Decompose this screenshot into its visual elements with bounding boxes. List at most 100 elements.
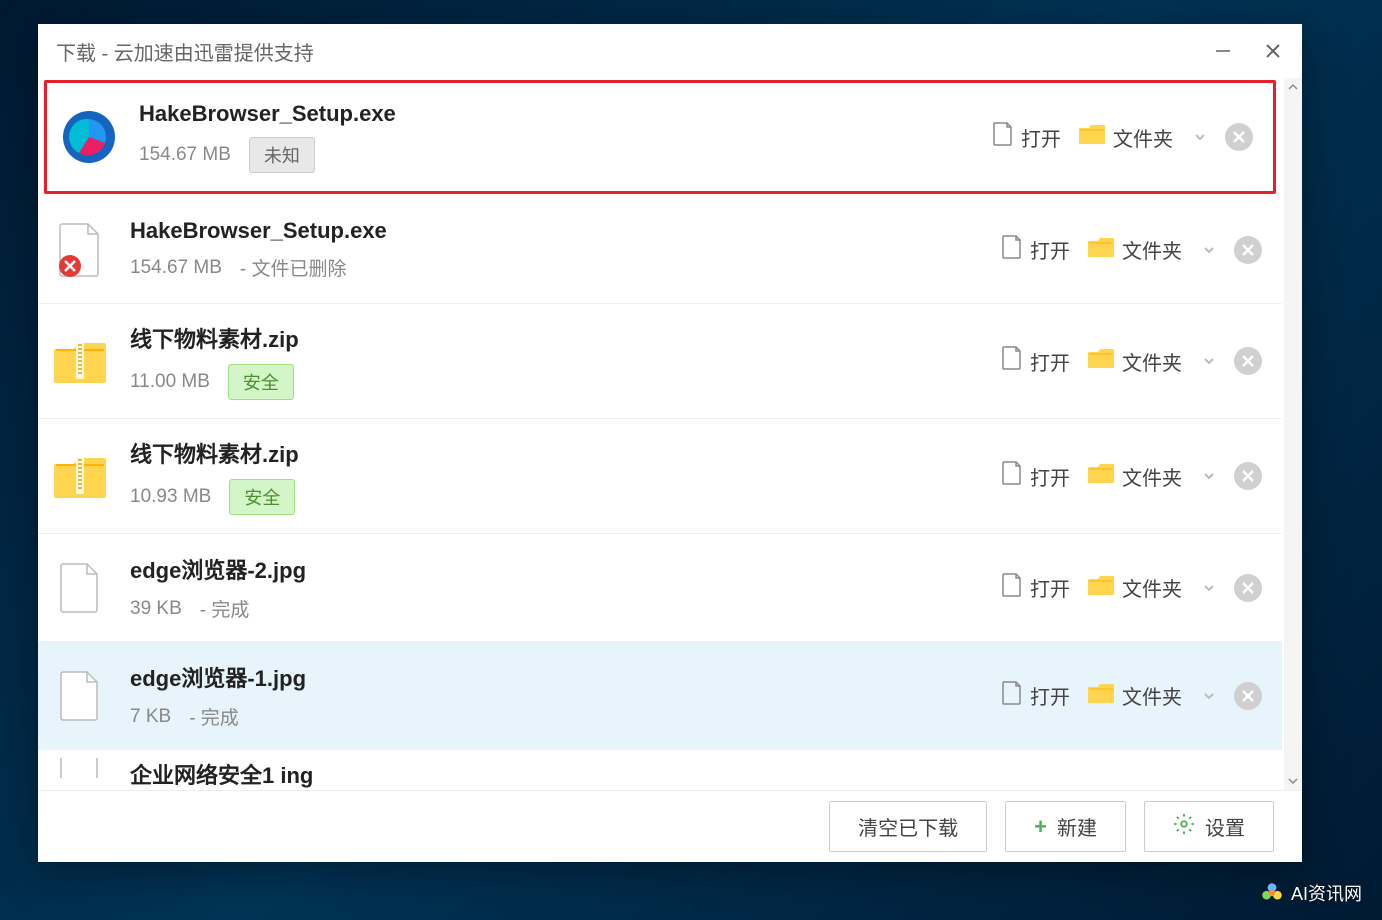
file-info: edge浏览器-2.jpg39 KB- 完成	[130, 553, 1000, 622]
file-info: HakeBrowser_Setup.exe 154.67 MB - 文件已删除	[130, 218, 1000, 281]
gear-icon	[1173, 813, 1195, 841]
status-text: - 文件已删除	[240, 254, 347, 281]
open-label: 打开	[1030, 573, 1070, 602]
file-name: 企业网络安全1 ing	[130, 758, 1262, 790]
delete-button[interactable]	[1234, 347, 1262, 375]
file-size: 11.00 MB	[130, 371, 210, 393]
download-row[interactable]: edge浏览器-1.jpg7 KB- 完成打开文件夹	[38, 642, 1282, 750]
close-button[interactable]	[1262, 40, 1284, 62]
file-info: 线下物料素材.zip 11.00 MB 安全	[130, 322, 1000, 400]
titlebar: 下载 - 云加速由迅雷提供支持	[38, 24, 1302, 78]
file-name: 线下物料素材.zip	[130, 322, 1000, 354]
status-badge: 安全	[228, 364, 294, 400]
folder-icon	[1079, 123, 1105, 151]
scrollbar[interactable]	[1284, 78, 1302, 790]
folder-label: 文件夹	[1113, 123, 1173, 152]
download-row[interactable]: edge浏览器-2.jpg39 KB- 完成打开文件夹	[38, 534, 1282, 642]
open-button[interactable]: 打开	[1000, 457, 1072, 495]
download-row[interactable]: HakeBrowser_Setup.exe 154.67 MB - 文件已删除 打开 文…	[38, 196, 1282, 304]
file-meta: 7 KB - 完成	[130, 703, 1000, 730]
download-row[interactable]: 线下物料素材.zip10.93 MB安全打开文件夹	[38, 419, 1282, 534]
more-options-button[interactable]	[1198, 465, 1220, 487]
status-text: - 完成	[200, 595, 250, 622]
open-button[interactable]: 打开	[1000, 569, 1072, 607]
file-type-icon	[52, 333, 108, 389]
settings-button[interactable]: 设置	[1144, 801, 1274, 852]
file-meta: 154.67 MB - 文件已删除	[130, 254, 1000, 281]
folder-button[interactable]: 文件夹	[1086, 677, 1184, 714]
more-options-button[interactable]	[1198, 685, 1220, 707]
file-type-icon	[52, 758, 108, 778]
more-options-button[interactable]	[1198, 577, 1220, 599]
folder-label: 文件夹	[1122, 573, 1182, 602]
folder-button[interactable]: 文件夹	[1086, 343, 1184, 380]
folder-button[interactable]: 文件夹	[1086, 569, 1184, 606]
row-actions: 打开文件夹	[1000, 457, 1262, 495]
delete-button[interactable]	[1234, 682, 1262, 710]
folder-icon	[1088, 682, 1114, 710]
new-label: 新建	[1057, 812, 1097, 841]
folder-button[interactable]: 文件夹	[1086, 458, 1184, 495]
new-download-button[interactable]: + 新建	[1005, 801, 1126, 852]
open-button[interactable]: 打开	[1000, 342, 1072, 380]
watermark-text: AI资讯网	[1291, 880, 1362, 906]
more-options-button[interactable]	[1198, 350, 1220, 372]
status-text: - 完成	[189, 703, 239, 730]
more-options-button[interactable]	[1198, 239, 1220, 261]
folder-icon	[1088, 347, 1114, 375]
status-badge: 未知	[249, 137, 315, 173]
document-icon	[1002, 346, 1022, 376]
file-meta: 11.00 MB 安全	[130, 364, 1000, 400]
open-label: 打开	[1030, 681, 1070, 710]
settings-label: 设置	[1205, 812, 1245, 841]
file-meta: 10.93 MB 安全	[130, 479, 1000, 515]
open-button[interactable]: 打开	[1000, 231, 1072, 269]
document-icon	[1002, 235, 1022, 265]
delete-button[interactable]	[1225, 123, 1253, 151]
row-actions: 打开 文件夹	[1000, 569, 1262, 607]
folder-button[interactable]: 文件夹	[1077, 119, 1175, 156]
file-type-icon	[52, 560, 108, 616]
file-info: 线下物料素材.zip10.93 MB安全	[130, 437, 1000, 515]
delete-button[interactable]	[1234, 574, 1262, 602]
file-name: HakeBrowser_Setup.exe	[130, 218, 1000, 244]
scroll-up-icon[interactable]	[1284, 78, 1302, 96]
download-list: HakeBrowser_Setup.exe154.67 MB未知打开文件夹Hak…	[38, 78, 1284, 790]
file-name: HakeBrowser_Setup.exe	[139, 101, 991, 127]
document-icon	[1002, 461, 1022, 491]
scroll-down-icon[interactable]	[1284, 772, 1302, 790]
row-actions: 打开 文件夹	[1000, 231, 1262, 269]
folder-label: 文件夹	[1122, 347, 1182, 376]
download-row[interactable]: HakeBrowser_Setup.exe 154.67 MB 未知 打开 文件夹	[44, 80, 1276, 194]
download-row-partial[interactable]: 企业网络安全1 ing	[38, 750, 1282, 790]
download-row[interactable]: 线下物料素材.zip 11.00 MB 安全 打开 文件夹	[38, 304, 1282, 419]
folder-icon	[1088, 236, 1114, 264]
clear-downloads-button[interactable]: 清空已下载	[829, 801, 987, 852]
watermark: AI资讯网	[1259, 880, 1362, 906]
file-size: 154.67 MB	[130, 257, 222, 279]
delete-button[interactable]	[1234, 462, 1262, 490]
file-size: 10.93 MB	[130, 486, 211, 508]
file-size: 39 KB	[130, 598, 182, 620]
open-button[interactable]: 打开	[991, 118, 1063, 156]
open-button[interactable]: 打开	[1000, 677, 1072, 715]
flower-icon	[1259, 880, 1285, 906]
minimize-button[interactable]	[1212, 40, 1234, 62]
more-options-button[interactable]	[1189, 126, 1211, 148]
row-actions: 打开文件夹	[1000, 677, 1262, 715]
folder-label: 文件夹	[1122, 235, 1182, 264]
file-type-icon	[52, 668, 108, 724]
delete-button[interactable]	[1234, 236, 1262, 264]
file-size: 7 KB	[130, 706, 171, 728]
file-meta: 154.67 MB 未知	[139, 137, 991, 173]
footer: 清空已下载 + 新建 设置	[38, 790, 1302, 862]
file-size: 154.67 MB	[139, 144, 231, 166]
window-controls	[1212, 40, 1284, 62]
status-badge: 安全	[229, 479, 295, 515]
folder-icon	[1088, 574, 1114, 602]
window-title: 下载 - 云加速由迅雷提供支持	[56, 37, 314, 66]
content-area: HakeBrowser_Setup.exe154.67 MB未知打开文件夹Hak…	[38, 78, 1302, 790]
document-icon	[1002, 573, 1022, 603]
file-type-icon	[52, 448, 108, 504]
folder-button[interactable]: 文件夹	[1086, 231, 1184, 268]
